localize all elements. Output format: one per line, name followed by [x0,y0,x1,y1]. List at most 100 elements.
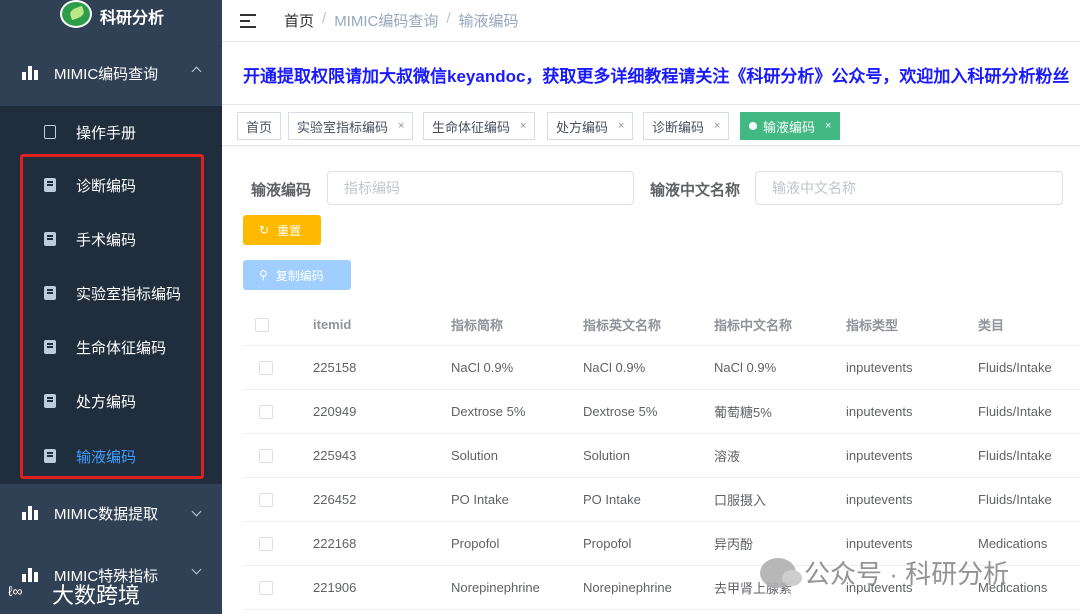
copy-code-button[interactable]: ⚲ 复制编码 [243,260,351,290]
logo[interactable]: 科研分析 [0,0,222,40]
cell-category: Fluids/Intake [978,448,1052,463]
close-icon[interactable]: × [398,120,404,132]
cell-en-name: NaCl 0.9% [583,360,646,375]
tab-diagnosis[interactable]: 诊断编码 × [643,112,730,140]
close-icon[interactable]: × [825,120,831,132]
cell-short-name: Norepinephrine [451,580,540,595]
sidebar-item-prescription[interactable]: 处方编码 [0,374,222,428]
wechat-icon [760,557,802,588]
cell-en-name: PO Intake [583,492,641,507]
cell-type: inputevents [846,448,913,463]
tab-home[interactable]: 首页 [237,112,282,140]
table-row[interactable]: 220949 Dextrose 5% Dextrose 5% 葡萄糖5% inp… [243,390,1080,434]
cell-en-name: Propofol [583,536,632,551]
tab-infusion[interactable]: 输液编码 × [740,112,841,140]
navbar: 首页 / MIMIC编码查询 / 输液编码 [222,0,1080,42]
tab-label: 首页 [246,119,273,135]
tab-prescription[interactable]: 处方编码 × [547,112,634,140]
row-checkbox[interactable] [259,580,273,595]
file-icon [44,449,56,463]
cell-itemid: 226452 [313,492,357,507]
header-category: 类目 [978,318,1005,333]
cn-name-input[interactable]: 输液中文名称 [755,171,1063,205]
row-checkbox[interactable] [259,360,273,375]
menu-group-label: MIMIC数据提取 [54,505,159,523]
menu-group-mimic-data-extract[interactable]: MIMIC数据提取 [0,484,222,542]
cell-category: Fluids/Intake [978,492,1052,507]
sidebar-item-lab[interactable]: 实验室指标编码 [0,266,222,320]
cell-itemid: 221906 [313,580,357,595]
table-row[interactable]: 225158 NaCl 0.9% NaCl 0.9% NaCl 0.9% inp… [243,346,1080,390]
sidebar-item-vitals[interactable]: 生命体征编码 [0,320,222,374]
breadcrumb-home[interactable]: 首页 [284,10,314,31]
bar-chart-icon [22,66,38,80]
sidebar-item-diagnosis[interactable]: 诊断编码 [0,158,222,212]
select-all-checkbox[interactable] [255,317,269,332]
menu-group-mimic-code-query[interactable]: MIMIC编码查询 [0,40,222,106]
file-icon [44,232,56,246]
cell-short-name: NaCl 0.9% [451,360,514,375]
submenu: 操作手册 诊断编码 手术编码 实验室指标编码 生命体征编码 处方编码 输液编码 [0,106,222,484]
close-icon[interactable]: × [618,120,624,132]
chevron-up-icon [191,66,202,77]
tags-view: 首页 实验室指标编码 × 生命体征编码 × 处方编码 × 诊断编码 × 输液编码… [222,104,1080,146]
watermark: 公众号 · 科研分析 [760,554,1009,591]
file-icon [44,178,56,192]
sidebar-item-manual[interactable]: 操作手册 [0,106,222,158]
sidebar-item-label: 处方编码 [76,393,137,411]
tab-lab[interactable]: 实验室指标编码 × [288,112,414,140]
reset-button[interactable]: ↻ 重置 [243,215,321,245]
refresh-icon: ↻ [259,223,270,237]
close-icon[interactable]: × [714,120,720,132]
sidebar-item-surgery[interactable]: 手术编码 [0,212,222,266]
cell-itemid: 225158 [313,360,357,375]
cell-category: Fluids/Intake [978,404,1052,419]
table-row[interactable]: 226452 PO Intake PO Intake 口服摄入 inputeve… [243,478,1080,522]
table-row[interactable]: 225943 Solution Solution 溶液 inputevents … [243,434,1080,478]
watermark-text: 大数跨境 [52,583,141,608]
code-input[interactable]: 指标编码 [327,171,634,205]
search-icon: ⚲ [259,268,268,282]
cell-short-name: Dextrose 5% [451,404,526,419]
row-checkbox[interactable] [259,492,273,507]
menu-group-label: MIMIC编码查询 [54,65,159,83]
sidebar-item-infusion[interactable]: 输液编码 [0,428,222,484]
cell-itemid: 222168 [313,536,357,551]
cn-name-placeholder: 输液中文名称 [772,180,856,196]
cell-type: inputevents [846,360,913,375]
leaf-logo-icon [60,0,92,28]
sidebar-item-label: 操作手册 [76,124,137,142]
reset-label: 重置 [277,223,302,238]
close-icon[interactable]: × [520,120,526,132]
sidebar: 科研分析 MIMIC编码查询 操作手册 诊断编码 手术编码 实验室指标编码 生命… [0,0,222,614]
row-checkbox[interactable] [259,536,273,551]
header-itemid: itemid [313,317,352,332]
header-en-name: 指标英文名称 [583,318,662,333]
cell-cn-name: 异丙酚 [714,537,754,552]
cell-en-name: Norepinephrine [583,580,672,595]
row-checkbox[interactable] [259,404,273,419]
cell-cn-name: NaCl 0.9% [714,360,777,375]
row-checkbox[interactable] [259,448,273,463]
header-type: 指标类型 [846,318,899,333]
cell-short-name: PO Intake [451,492,509,507]
notice-banner: 开通提取权限请加大叔微信keyandoc，获取更多详细教程请关注《科研分析》公众… [243,67,1070,86]
sidebar-item-label: 诊断编码 [76,177,137,195]
cell-cn-name: 葡萄糖5% [714,405,772,420]
hamburger-icon[interactable] [240,13,258,28]
breadcrumb-separator: / [446,10,451,27]
breadcrumb-level1[interactable]: MIMIC编码查询 [334,10,438,31]
code-placeholder: 指标编码 [344,180,400,196]
sidebar-item-label: 实验室指标编码 [76,285,182,303]
cell-cn-name: 溶液 [714,449,741,464]
cell-short-name: Solution [451,448,498,463]
logo-text: 科研分析 [100,10,165,27]
sidebar-item-label: 生命体征编码 [76,339,167,357]
tab-vitals[interactable]: 生命体征编码 × [423,112,536,140]
file-icon [44,286,56,300]
sidebar-item-label: 手术编码 [76,231,137,249]
code-label: 输液编码 [251,182,312,199]
breadcrumb-current: 输液编码 [458,13,519,30]
tab-label: 处方编码 [556,119,609,135]
sidebar-item-label: 输液编码 [76,448,137,466]
